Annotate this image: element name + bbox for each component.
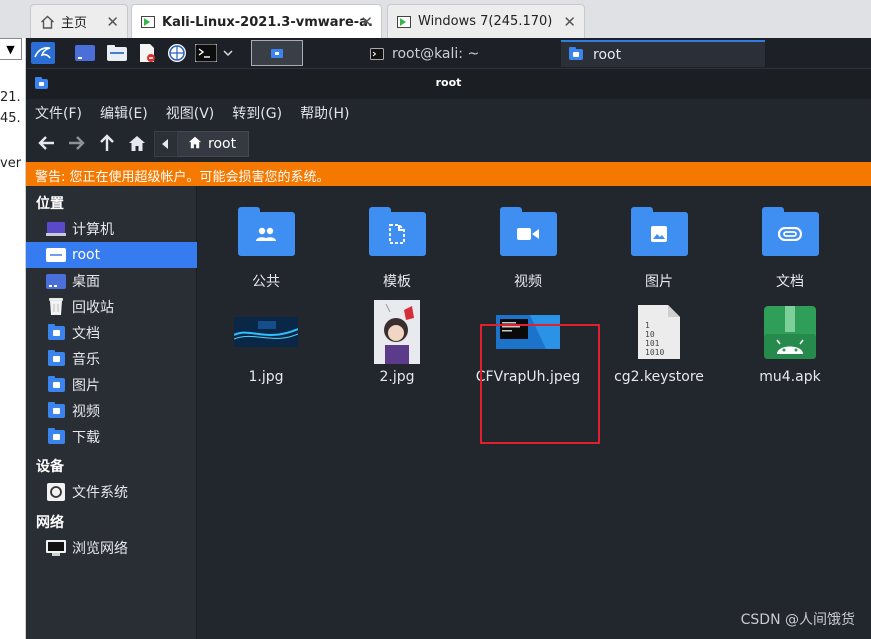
root-warning-bar: 警告: 您正在使用超级帐户。可能会损害您的系统。 — [26, 162, 871, 186]
forward-arrow-icon[interactable] — [65, 132, 87, 154]
computer-icon — [46, 220, 66, 238]
sidebar-item-downloads[interactable]: 下载 — [26, 424, 197, 450]
svg-text:1: 1 — [645, 321, 650, 330]
chevron-down-icon[interactable] — [221, 42, 235, 64]
pictures-folder-icon — [599, 200, 719, 268]
highlight-box — [480, 324, 600, 444]
window-title: root — [435, 76, 462, 89]
window-titlebar[interactable]: root — [26, 69, 871, 99]
menu-file[interactable]: 文件(F) — [26, 99, 91, 125]
sidebar-heading-network: 网络 — [36, 515, 64, 531]
file-view: 公共 模板 视频 图片 文档 1.jpg 2.jpg CFVrapUh.jpeg… — [198, 186, 871, 639]
text-editor-icon[interactable] — [136, 42, 158, 64]
taskbar-terminal-window[interactable]: root@kali: ~ — [362, 40, 557, 67]
sidebar-item-videos[interactable]: 视频 — [26, 398, 197, 424]
vm-icon — [140, 14, 156, 30]
svg-text:101: 101 — [645, 339, 660, 348]
sidebar-item-desktop[interactable]: 桌面 — [26, 268, 197, 294]
file-item[interactable]: 模板 — [337, 200, 457, 304]
menu-bar: 文件(F) 编辑(E) 视图(V) 转到(G) 帮助(H) — [26, 99, 871, 125]
menu-go[interactable]: 转到(G) — [223, 99, 291, 125]
terminal-icon[interactable] — [194, 42, 218, 64]
drive-icon — [46, 483, 66, 501]
chevron-down-icon[interactable]: ▼ — [0, 38, 22, 60]
videos-folder-icon — [468, 200, 588, 268]
taskbar-file-window[interactable]: root — [561, 40, 765, 67]
workspace-switcher[interactable] — [251, 40, 303, 66]
browser-icon[interactable] — [166, 42, 188, 64]
svg-text:1010: 1010 — [645, 348, 664, 357]
sidebar-item-trash[interactable]: 回收站 — [26, 294, 197, 320]
terminal-icon — [370, 47, 384, 60]
file-item[interactable]: 1 10 101 1010 cg2.keystore — [599, 298, 719, 402]
sidebar-item-browse-network[interactable]: 浏览网络 — [26, 535, 197, 561]
sidebar-item-filesystem[interactable]: 文件系统 — [26, 479, 197, 505]
home-icon[interactable] — [126, 132, 148, 154]
screen: 主页 ✕ Kali-Linux-2021.3-vmware-a... ✕ Win… — [0, 0, 871, 639]
image-thumbnail — [206, 298, 326, 366]
vm-icon — [396, 14, 412, 30]
host-tab-home[interactable]: 主页 ✕ — [30, 4, 128, 38]
pictures-folder-icon — [46, 376, 66, 394]
music-folder-icon — [46, 350, 66, 368]
file-item[interactable]: 图片 — [599, 200, 719, 304]
breadcrumb: root — [154, 131, 250, 157]
desktop-icon — [46, 272, 66, 290]
desktop-icon[interactable] — [74, 42, 96, 64]
menu-view[interactable]: 视图(V) — [157, 99, 224, 125]
documents-folder-icon — [730, 200, 850, 268]
sidebar-heading-places: 位置 — [36, 196, 64, 212]
back-arrow-icon[interactable] — [36, 132, 58, 154]
file-item[interactable]: 2.jpg — [337, 298, 457, 402]
host-side-panel: ▼ 21. 45. ver — [0, 38, 26, 639]
file-item[interactable]: 1.jpg — [206, 298, 326, 402]
breadcrumb-root[interactable]: root — [178, 131, 250, 157]
sidebar-item-computer[interactable]: 计算机 — [26, 216, 197, 242]
navigation-toolbar: root — [26, 125, 871, 162]
downloads-folder-icon — [46, 428, 66, 446]
sidebar-heading-devices: 设备 — [36, 459, 64, 475]
sidebar-item-root[interactable]: root — [26, 242, 197, 268]
kali-menu-icon[interactable] — [30, 42, 56, 64]
sidebar-item-documents[interactable]: 文档 — [26, 320, 197, 346]
close-icon[interactable]: ✕ — [563, 13, 576, 31]
chevron-left-icon[interactable] — [154, 131, 178, 157]
places-sidebar: 位置 计算机 root 桌面 回收站 文档 音乐 图片 视频 下载 设备 文件系… — [26, 186, 197, 639]
close-icon[interactable]: ✕ — [360, 13, 373, 31]
file-item[interactable]: mu4.apk — [730, 298, 850, 402]
menu-edit[interactable]: 编辑(E) — [91, 99, 157, 125]
sidebar-item-music[interactable]: 音乐 — [26, 346, 197, 372]
file-item[interactable]: 文档 — [730, 200, 850, 304]
binary-file-icon: 1 10 101 1010 — [599, 298, 719, 366]
host-tab-windows7[interactable]: Windows 7(245.170) ✕ — [387, 4, 585, 38]
menu-help[interactable]: 帮助(H) — [291, 99, 358, 125]
file-item[interactable]: 视频 — [468, 200, 588, 304]
trash-icon — [46, 298, 66, 316]
videos-folder-icon — [46, 402, 66, 420]
home-folder-icon — [46, 246, 66, 264]
image-thumbnail — [337, 298, 457, 366]
sidebar-item-pictures[interactable]: 图片 — [26, 372, 197, 398]
up-arrow-icon[interactable] — [96, 132, 118, 154]
home-icon — [39, 14, 55, 30]
close-icon[interactable]: ✕ — [106, 13, 119, 31]
home-icon — [188, 136, 202, 153]
file-manager-icon[interactable] — [106, 42, 128, 64]
file-item[interactable]: 公共 — [206, 200, 326, 304]
documents-folder-icon — [46, 324, 66, 342]
host-tab-bar: 主页 ✕ Kali-Linux-2021.3-vmware-a... ✕ Win… — [0, 0, 871, 39]
kali-desktop: root@kali: ~ root root 文件(F) 编辑(E) 视图(V)… — [26, 38, 871, 639]
svg-text:10: 10 — [645, 330, 655, 339]
kali-top-panel: root@kali: ~ root — [26, 38, 871, 69]
network-icon — [46, 539, 66, 557]
folder-icon — [569, 47, 583, 60]
watermark: CSDN @人间饿货 — [740, 612, 855, 628]
host-tab-kali[interactable]: Kali-Linux-2021.3-vmware-a... ✕ — [131, 4, 382, 39]
templates-folder-icon — [337, 200, 457, 268]
android-package-icon — [730, 298, 850, 366]
public-folder-icon — [206, 200, 326, 268]
